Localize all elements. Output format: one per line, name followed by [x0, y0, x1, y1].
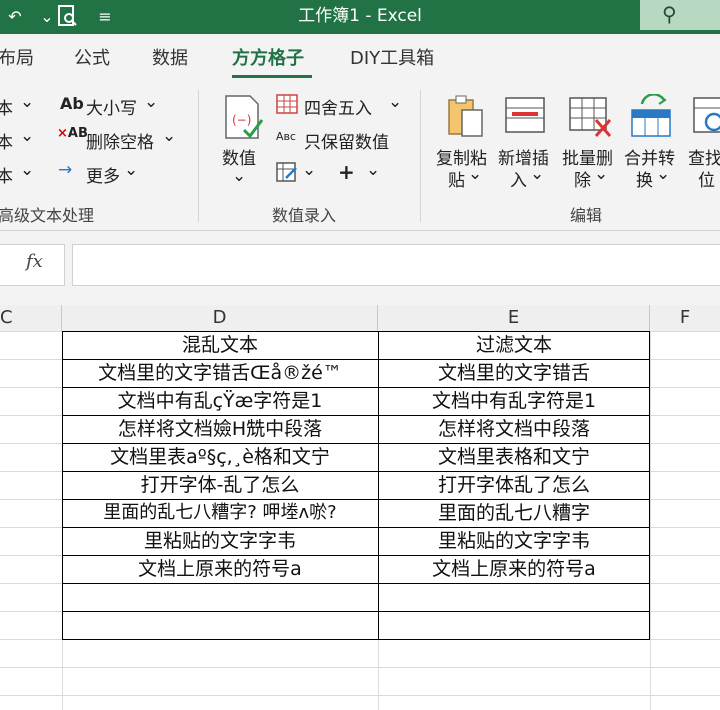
value-icon: (−) [225, 95, 264, 139]
table-cell[interactable]: 里粘贴的文字字韦 [378, 527, 650, 555]
keep-value-button[interactable]: 只保留数值 [304, 128, 389, 153]
tab-data[interactable]: 数据 [152, 44, 188, 70]
chevron-down-icon[interactable]: ⌄ [144, 92, 158, 112]
chevron-down-icon[interactable]: ⌄ [124, 160, 138, 180]
column-header-label: C [0, 307, 13, 328]
chevron-down-icon[interactable]: ⌄ [388, 92, 402, 112]
chevron-down-icon[interactable]: ⌄ [20, 126, 34, 146]
remove-space-icon: ×AB [57, 126, 88, 141]
ribbon-partial-label-1[interactable]: 本 [0, 94, 13, 119]
chevron-down-icon[interactable]: ⌄ [20, 160, 34, 180]
group-separator [420, 90, 421, 222]
insert-function-button[interactable]: fx [0, 244, 65, 286]
table-cell[interactable]: 文档上原来的符号a [62, 555, 378, 583]
table-header-cell[interactable]: 混乱文本 [62, 331, 378, 359]
column-header-d[interactable]: D [62, 305, 378, 332]
svg-text:(−): (−) [232, 113, 251, 127]
remove-space-button[interactable]: 删除空格 [86, 128, 154, 153]
row-gridline [0, 695, 720, 696]
group-label-edit: 编辑 [570, 206, 603, 225]
arrow-right-icon: → [58, 160, 73, 180]
table-cell[interactable]: 文档里的文字错舌Œå®žé™ [62, 359, 378, 387]
group-label-text-processing: 高级文本处理 [0, 206, 95, 225]
search-icon: ⚲ [662, 2, 677, 26]
ribbon: 本 ⌄ 本 ⌄ 本 ⌄ Ab 大小写 ⌄ ×AB 删除空格 ⌄ → 更多 ⌄ 高… [0, 82, 720, 231]
find-locate-icon [693, 97, 720, 133]
round-button[interactable]: 四舍五入 [304, 94, 372, 119]
column-header-c[interactable]: C [0, 305, 62, 332]
chevron-down-icon[interactable]: ⌄ [594, 164, 608, 184]
merge-convert-button-line2[interactable]: 换 [636, 166, 653, 191]
column-header-label: D [212, 307, 227, 328]
case-button[interactable]: 大小写 [86, 94, 137, 119]
table-border [62, 639, 650, 640]
plus-icon[interactable]: + [338, 160, 355, 184]
case-icon: Ab [60, 94, 84, 113]
function-icon: fx [26, 251, 43, 272]
table-cell[interactable]: 里粘贴的文字字韦 [62, 527, 378, 555]
table-cell[interactable]: 文档上原来的符号a [378, 555, 650, 583]
table-cell[interactable] [378, 583, 650, 611]
table-cell[interactable]: 怎样将文档嬐H兟中段落 [62, 415, 378, 443]
table-cell[interactable]: 文档中有乱çŸæ字符是1 [62, 387, 378, 415]
table-cell[interactable]: 打开字体-乱了怎么 [62, 471, 378, 499]
round-icon [276, 94, 298, 114]
column-header-label: F [679, 307, 691, 328]
table-cell[interactable] [62, 583, 378, 611]
table-cell[interactable]: 里面的乱七八糟字? 呷堘ʌ唹? [62, 499, 378, 527]
table-cell[interactable]: 里面的乱七八糟字 [378, 499, 650, 527]
tab-fangfanggezi[interactable]: 方方格子 [232, 44, 304, 70]
edit-grid-icon [276, 162, 297, 182]
ribbon-partial-label-2[interactable]: 本 [0, 128, 13, 153]
batch-delete-button-line2[interactable]: 除 [574, 166, 591, 191]
chevron-down-icon[interactable]: ⌄ [232, 166, 246, 186]
copy-paste-button-line2[interactable]: 贴 [448, 166, 465, 191]
table-cell[interactable]: 文档里表格和文宁 [378, 443, 650, 471]
column-header-label: E [507, 307, 520, 328]
window-title: 工作簿1 - Excel [298, 6, 422, 26]
find-locate-button-line2[interactable]: 位 [698, 166, 715, 191]
table-cell[interactable]: 怎样将文档中段落 [378, 415, 650, 443]
insert-new-button-line2[interactable]: 入 [510, 166, 527, 191]
table-cell[interactable] [62, 611, 378, 639]
active-tab-indicator [232, 75, 312, 78]
ribbon-partial-label-3[interactable]: 本 [0, 162, 13, 187]
group-label-value-entry: 数值录入 [272, 206, 337, 225]
column-header-e[interactable]: E [378, 305, 650, 332]
chevron-down-icon[interactable]: ⌄ [20, 92, 34, 112]
chevron-down-icon[interactable]: ⌄ [656, 164, 670, 184]
table-cell[interactable]: 文档里的文字错舌 [378, 359, 650, 387]
group-separator [198, 90, 199, 222]
chevron-down-icon[interactable]: ⌄ [366, 160, 380, 180]
chevron-down-icon[interactable]: ⌄ [162, 126, 176, 146]
copy-paste-icon [448, 95, 483, 137]
table-cell[interactable] [378, 611, 650, 639]
chevron-down-icon[interactable]: ⌄ [302, 160, 316, 180]
merge-convert-icon [631, 94, 671, 137]
column-header-f[interactable]: F [650, 305, 720, 332]
table-cell[interactable]: 打开字体乱了怎么 [378, 471, 650, 499]
table-cell[interactable]: 文档里表aº§ç,¸è格和文宁 [62, 443, 378, 471]
formula-input[interactable] [72, 244, 720, 286]
more-button[interactable]: 更多 [86, 162, 120, 187]
tab-formulas[interactable]: 公式 [74, 44, 110, 70]
row-gridline [0, 667, 720, 668]
keep-value-icon: Aʙᴄ [276, 130, 296, 143]
batch-delete-icon [569, 97, 612, 137]
insert-new-icon [505, 97, 545, 133]
tab-layout[interactable]: 布局 [0, 44, 34, 70]
chevron-down-icon[interactable]: ⌄ [530, 164, 544, 184]
column-gridline [650, 332, 651, 710]
title-bar: ↶ ⌄ ≡ 工作簿1 - Excel ⚲ [0, 0, 720, 34]
chevron-down-icon[interactable]: ⌄ [468, 164, 482, 184]
table-cell[interactable]: 文档中有乱字符是1 [378, 387, 650, 415]
ribbon-tabs: 布局 公式 数据 方方格子 DIY工具箱 [0, 34, 720, 82]
table-header-cell[interactable]: 过滤文本 [378, 331, 650, 359]
search-box[interactable]: ⚲ [640, 0, 720, 30]
tab-diy-toolbox[interactable]: DIY工具箱 [350, 44, 434, 70]
